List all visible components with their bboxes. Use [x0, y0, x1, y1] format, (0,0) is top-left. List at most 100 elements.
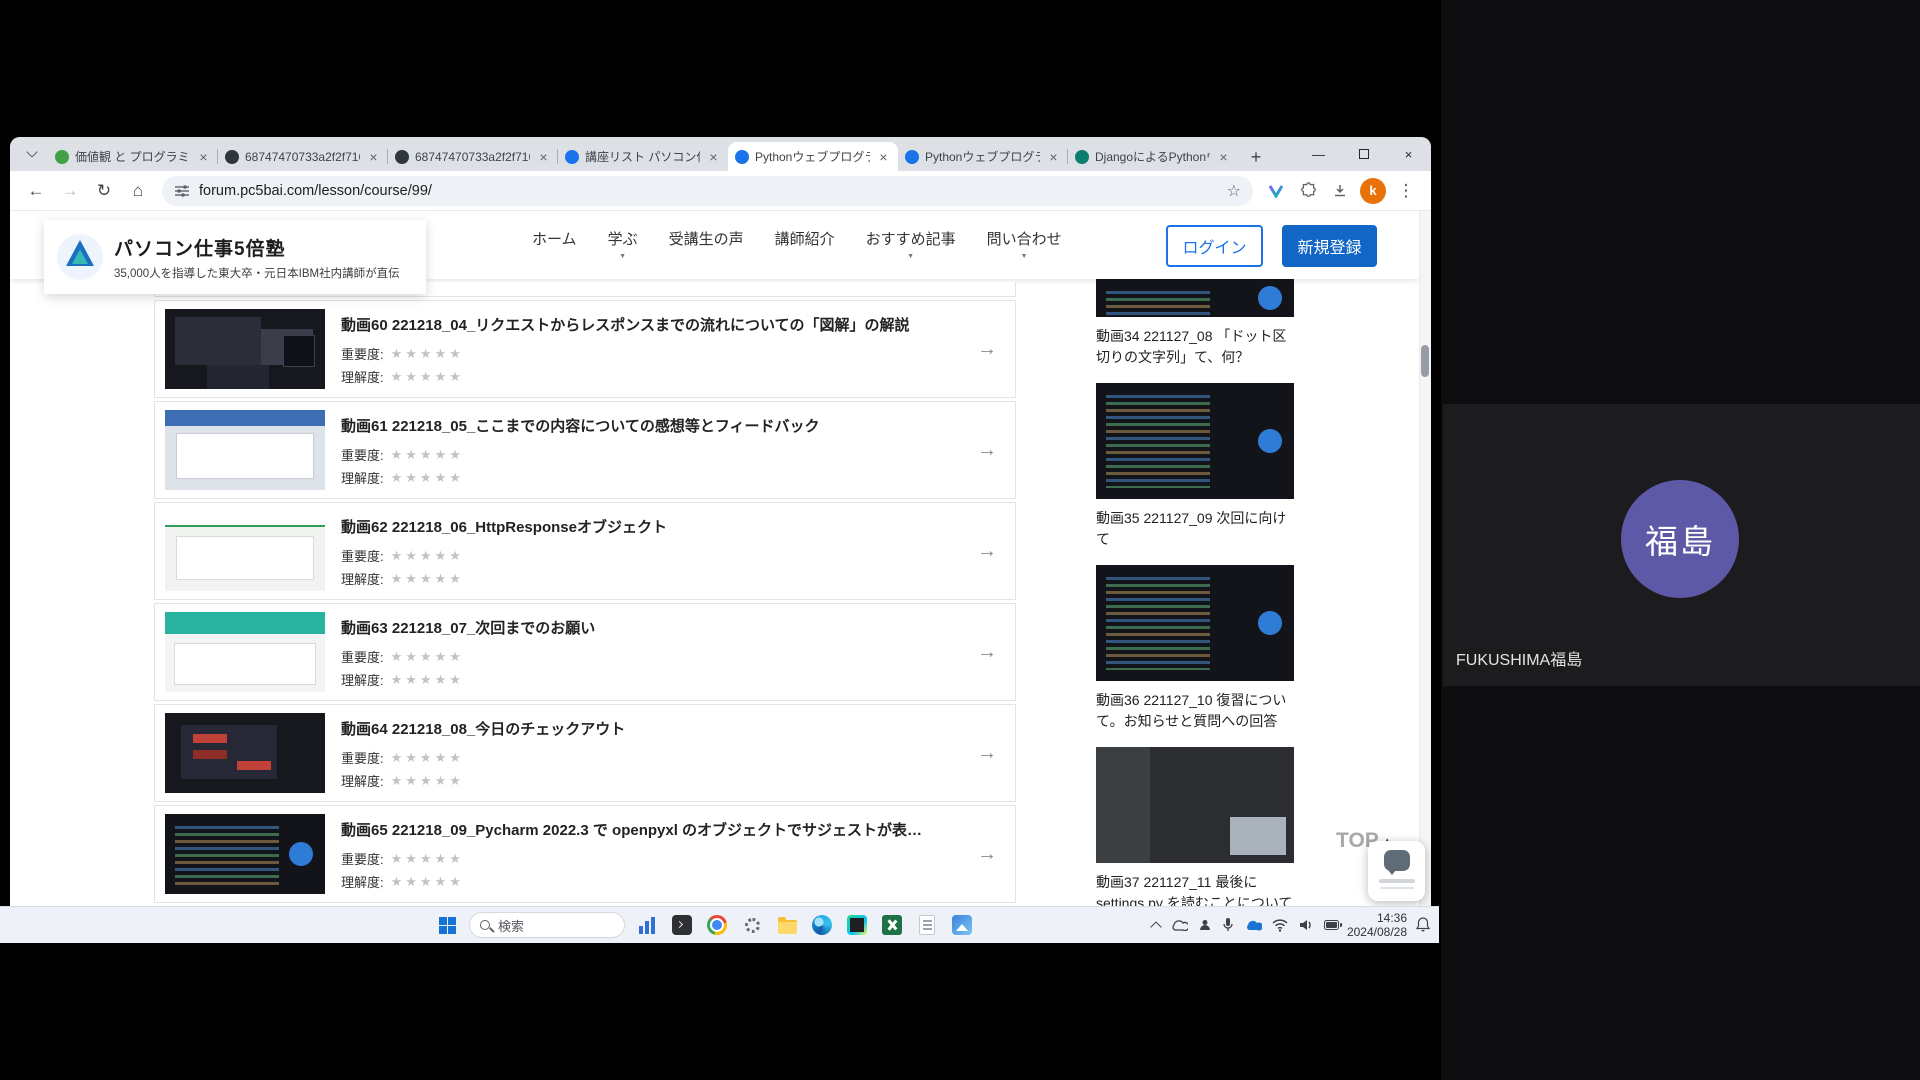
lesson-thumbnail[interactable] [165, 309, 325, 389]
forward-button[interactable]: → [54, 175, 86, 207]
register-button[interactable]: 新規登録 [1282, 225, 1377, 267]
login-button[interactable]: ログイン [1166, 225, 1263, 267]
photos-icon[interactable] [949, 912, 975, 938]
lesson-thumbnail[interactable] [165, 511, 325, 591]
menu-kebab-icon[interactable]: ⋮ [1391, 176, 1421, 206]
browser-tab[interactable]: DjangoによるPythonウェ... × [1068, 142, 1238, 171]
excel-icon[interactable] [879, 912, 905, 938]
site-logo[interactable]: パソコン仕事5倍塾 35,000人を指導した東大卒・元日本IBM社内講師が直伝 [44, 220, 426, 294]
file-explorer-icon[interactable] [774, 912, 800, 938]
sidebar-video-item[interactable]: 動画36 221127_10 復習について。お知らせと質問への回答 [1096, 565, 1298, 732]
star-rating[interactable]: ★★★★★ [391, 470, 464, 486]
extension-v-icon[interactable] [1261, 176, 1291, 206]
terminal-icon[interactable] [669, 912, 695, 938]
notepad-icon[interactable] [914, 912, 940, 938]
microphone-icon[interactable] [1222, 917, 1234, 933]
browser-tab[interactable]: 価値観 と プログラミン × [48, 142, 218, 171]
tab-close-icon[interactable]: × [706, 149, 721, 165]
tab-close-icon[interactable]: × [536, 149, 551, 165]
browser-tab[interactable]: 講座リスト パソコン仕事... × [558, 142, 728, 171]
scrollbar[interactable] [1419, 211, 1431, 906]
browser-tab[interactable]: 68747470733a2f2f716... × [388, 142, 558, 171]
wifi-icon[interactable] [1272, 919, 1288, 932]
notification-bell-icon[interactable] [1416, 917, 1430, 938]
close-window-button[interactable]: × [1386, 137, 1431, 171]
downloads-icon[interactable] [1325, 176, 1355, 206]
arrow-right-icon[interactable]: → [977, 338, 997, 361]
nav-item[interactable]: 問い合わせ ▼ [987, 211, 1062, 279]
video-thumbnail[interactable] [1096, 565, 1294, 681]
star-rating[interactable]: ★★★★★ [391, 571, 464, 587]
onedrive-icon[interactable] [1170, 919, 1188, 931]
lesson-card[interactable]: 動画62 221218_06_HttpResponseオブジェクト 重要度: ★… [154, 502, 1016, 600]
edge-icon[interactable] [809, 912, 835, 938]
sidebar-video-item[interactable]: 動画35 221127_09 次回に向けて [1096, 383, 1298, 550]
battery-icon[interactable] [1324, 920, 1343, 930]
star-rating[interactable]: ★★★★★ [391, 851, 464, 867]
tab-close-icon[interactable]: × [1216, 149, 1231, 165]
settings-gear-icon[interactable] [739, 912, 765, 938]
new-tab-button[interactable]: + [1242, 143, 1270, 171]
cloud-sync-icon[interactable] [1244, 919, 1262, 931]
back-button[interactable]: ← [20, 175, 52, 207]
extensions-puzzle-icon[interactable] [1293, 176, 1323, 206]
widgets-icon[interactable] [634, 912, 660, 938]
lesson-card[interactable]: 動画60 221218_04_リクエストからレスポンスまでの流れについての「図解… [154, 300, 1016, 398]
star-rating[interactable]: ★★★★★ [391, 369, 464, 385]
lesson-card[interactable]: 動画63 221218_07_次回までのお願い 重要度: ★★★★★ 理解度: … [154, 603, 1016, 701]
star-rating[interactable]: ★★★★★ [391, 649, 464, 665]
pycharm-icon[interactable] [844, 912, 870, 938]
star-rating[interactable]: ★★★★★ [391, 874, 464, 890]
video-thumbnail[interactable] [1096, 279, 1294, 317]
nav-item[interactable]: 学ぶ ▼ [608, 211, 638, 279]
taskbar-search[interactable]: 検索 [469, 912, 625, 938]
lesson-thumbnail[interactable] [165, 814, 325, 894]
sidebar-video-item[interactable]: 動画34 221127_08 「ドット区切りの文字列」て、何？ [1096, 279, 1298, 368]
arrow-right-icon[interactable]: → [977, 540, 997, 563]
maximize-button[interactable] [1341, 137, 1386, 171]
site-info-icon[interactable] [174, 183, 190, 199]
tab-search-button[interactable] [20, 142, 44, 166]
tab-close-icon[interactable]: × [876, 149, 891, 165]
profile-avatar[interactable]: k [1360, 178, 1386, 204]
tab-close-icon[interactable]: × [196, 149, 211, 165]
reload-button[interactable]: ↻ [88, 175, 120, 207]
lesson-thumbnail[interactable] [165, 410, 325, 490]
star-rating[interactable]: ★★★★★ [391, 672, 464, 688]
star-rating[interactable]: ★★★★★ [391, 447, 464, 463]
video-thumbnail[interactable] [1096, 383, 1294, 499]
star-rating[interactable]: ★★★★★ [391, 750, 464, 766]
browser-tab[interactable]: Pythonウェブプログラミン... × [898, 142, 1068, 171]
arrow-right-icon[interactable]: → [977, 641, 997, 664]
nav-item[interactable]: おすすめ記事 ▼ [866, 211, 956, 279]
tab-close-icon[interactable]: × [366, 149, 381, 165]
arrow-right-icon[interactable]: → [977, 439, 997, 462]
start-button[interactable] [434, 912, 460, 938]
lesson-thumbnail[interactable] [165, 612, 325, 692]
taskbar-clock[interactable]: 14:36 2024/08/28 [1347, 911, 1407, 939]
arrow-right-icon[interactable]: → [977, 742, 997, 765]
arrow-right-icon[interactable]: → [977, 843, 997, 866]
lesson-card[interactable]: 動画64 221218_08_今日のチェックアウト 重要度: ★★★★★ 理解度… [154, 704, 1016, 802]
chat-widget-button[interactable] [1368, 841, 1425, 901]
lesson-thumbnail[interactable] [165, 713, 325, 793]
lesson-card[interactable]: 動画61 221218_05_ここまでの内容についての感想等とフィードバック 重… [154, 401, 1016, 499]
star-rating[interactable]: ★★★★★ [391, 548, 464, 564]
lesson-card[interactable]: 動画65 221218_09_Pycharm 2022.3 で openpyxl… [154, 805, 1016, 903]
star-rating[interactable]: ★★★★★ [391, 346, 464, 362]
tab-close-icon[interactable]: × [1046, 149, 1061, 165]
tray-expand-icon[interactable] [1150, 921, 1161, 932]
home-button[interactable]: ⌂ [122, 175, 154, 207]
chrome-icon[interactable] [704, 912, 730, 938]
nav-item[interactable]: ホーム [532, 211, 577, 279]
contacts-icon[interactable] [1198, 918, 1212, 932]
bookmark-star-icon[interactable]: ☆ [1227, 181, 1241, 201]
browser-tab[interactable]: Pythonウェブプログラミン... × [728, 142, 898, 171]
nav-item[interactable]: 講師紹介 [775, 211, 835, 279]
volume-icon[interactable] [1298, 918, 1314, 932]
nav-item[interactable]: 受講生の声 [669, 211, 744, 279]
star-rating[interactable]: ★★★★★ [391, 773, 464, 789]
video-thumbnail[interactable] [1096, 747, 1294, 863]
address-bar[interactable]: forum.pc5bai.com/lesson/course/99/ ☆ [162, 176, 1253, 206]
browser-tab[interactable]: 68747470733a2f2f716... × [218, 142, 388, 171]
